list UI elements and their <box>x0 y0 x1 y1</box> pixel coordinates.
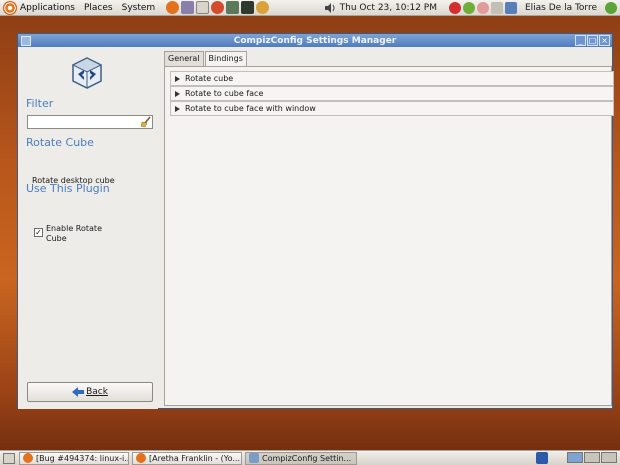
ubuntu-logo-icon[interactable] <box>3 0 17 15</box>
display-icon[interactable] <box>504 2 517 14</box>
use-plugin-heading: Use This Plugin <box>26 182 110 195</box>
ccsm-icon <box>249 453 259 463</box>
back-button[interactable]: Back <box>27 382 153 402</box>
window-title: CompizConfig Settings Manager <box>233 35 397 46</box>
top-panel: Applications Places System Thu Oct 23, 1… <box>0 0 620 16</box>
plugin-heading: Rotate Cube <box>26 136 94 149</box>
power-icon[interactable] <box>448 2 461 14</box>
minimize-button[interactable]: _ <box>575 35 586 46</box>
maximize-button[interactable]: □ <box>587 35 598 46</box>
workspace-switcher <box>567 452 617 463</box>
filter-heading: Filter <box>26 97 54 110</box>
quit-icon[interactable] <box>605 2 617 14</box>
clock[interactable]: Thu Oct 23, 10:12 PM <box>340 3 437 13</box>
expander-arrow-icon <box>175 90 180 97</box>
show-desktop-icon[interactable] <box>3 452 15 464</box>
binding-label: Rotate cube <box>185 74 234 83</box>
home-folder-icon[interactable] <box>196 1 210 14</box>
settings-content: General Bindings Rotate cube Rotate to c… <box>162 48 614 408</box>
launcher-group <box>166 1 270 14</box>
tab-bar: General Bindings <box>164 51 248 67</box>
expander-arrow-icon <box>175 105 180 112</box>
firefox-icon <box>23 453 33 463</box>
workspace-3[interactable] <box>601 452 617 463</box>
volume-icon[interactable] <box>324 2 336 14</box>
clear-filter-icon[interactable] <box>140 116 152 128</box>
workspace-2[interactable] <box>584 452 600 463</box>
terminal-icon[interactable] <box>241 1 255 14</box>
trash-icon[interactable] <box>536 452 548 464</box>
bindings-panel: Rotate cube Rotate to cube face Rotate t… <box>164 66 614 406</box>
search-icon[interactable] <box>476 2 489 14</box>
workspace-1[interactable] <box>567 452 583 463</box>
enable-plugin-label[interactable]: Enable Rotate Cube <box>46 224 116 244</box>
mail-icon[interactable] <box>181 1 195 14</box>
sidebar: Filter Rotate Cube Rotate desktop cube U… <box>18 48 158 409</box>
menu-applications[interactable]: Applications <box>20 3 75 13</box>
menu-system[interactable]: System <box>122 3 156 13</box>
firefox-icon <box>136 453 146 463</box>
binding-row-rotate-to-face[interactable]: Rotate to cube face <box>170 86 614 101</box>
calculator-icon[interactable] <box>226 1 240 14</box>
system-tray: Thu Oct 23, 10:12 PM Elias De la Torre <box>324 0 620 16</box>
task-bug-report[interactable]: [Bug #494374: linux-i... <box>19 451 129 465</box>
task-aretha-franklin[interactable]: [Aretha Franklin - (Yo... <box>132 451 242 465</box>
network-icon[interactable] <box>462 2 475 14</box>
bottom-panel: [Bug #494374: linux-i... [Aretha Frankli… <box>0 450 620 465</box>
filter-input[interactable] <box>27 115 153 129</box>
help-icon[interactable] <box>211 1 225 14</box>
expander-arrow-icon <box>175 75 180 82</box>
tab-bindings[interactable]: Bindings <box>204 51 247 67</box>
user-switcher[interactable]: Elias De la Torre <box>525 3 597 13</box>
menu-places[interactable]: Places <box>84 3 113 13</box>
task-ccsm[interactable]: CompizConfig Settin... <box>245 451 357 465</box>
tab-general[interactable]: General <box>164 51 204 66</box>
binding-row-rotate-to-face-window[interactable]: Rotate to cube face with window <box>170 101 614 116</box>
window-controls: _ □ × <box>575 35 610 46</box>
binding-row-rotate-cube[interactable]: Rotate cube <box>170 71 614 86</box>
task-label: CompizConfig Settin... <box>262 453 352 463</box>
back-arrow-icon <box>72 387 85 397</box>
window-titlebar[interactable]: CompizConfig Settings Manager _ □ × <box>18 34 612 47</box>
binding-label: Rotate to cube face <box>185 89 264 98</box>
ccsm-window: CompizConfig Settings Manager _ □ × Filt… <box>17 33 614 409</box>
task-label: [Bug #494374: linux-i... <box>36 453 129 463</box>
update-icon[interactable] <box>490 2 503 14</box>
back-button-label: Back <box>86 387 108 397</box>
rotate-cube-plugin-icon <box>71 57 103 89</box>
close-button[interactable]: × <box>599 35 610 46</box>
task-label: [Aretha Franklin - (Yo... <box>149 453 241 463</box>
firefox-icon[interactable] <box>166 1 180 14</box>
enable-plugin-checkbox[interactable]: ✓ <box>34 228 43 237</box>
binding-label: Rotate to cube face with window <box>185 104 316 113</box>
pidgin-icon[interactable] <box>256 1 270 14</box>
